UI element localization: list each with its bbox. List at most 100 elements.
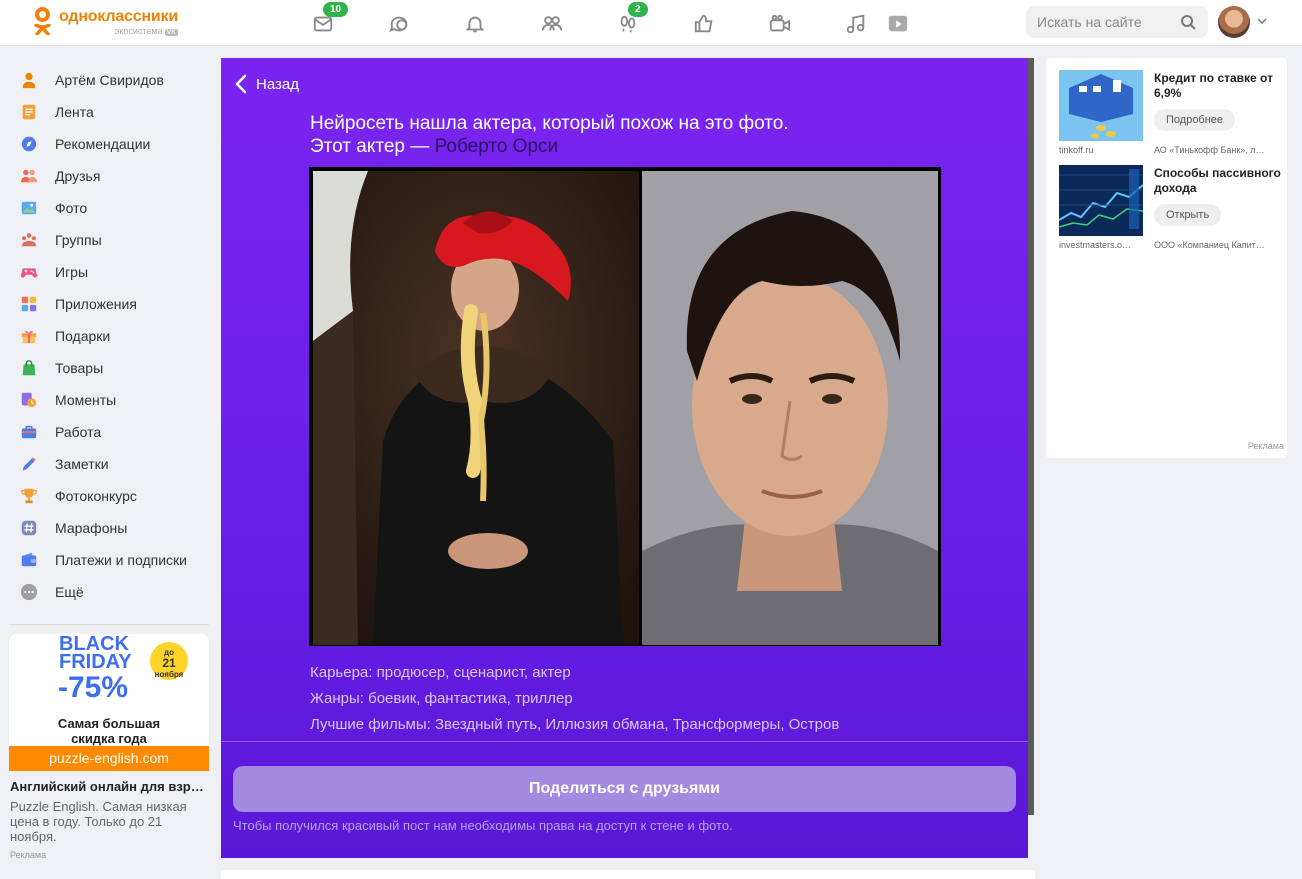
- notifications-icon[interactable]: [461, 10, 489, 38]
- sidebar-item-label: Фотоконкурс: [55, 488, 137, 504]
- sidebar-item-label: Подарки: [55, 328, 111, 344]
- back-button[interactable]: Назад: [234, 74, 299, 94]
- compass-icon: [19, 134, 39, 154]
- sidebar-item-photo-contest[interactable]: Фотоконкурс: [10, 480, 210, 512]
- ok-logo-icon: [33, 7, 53, 37]
- banner-line-2: FRIDAY: [59, 651, 132, 673]
- date-sticker: до 21 ноября: [150, 642, 188, 680]
- sidebar-item-label: Платежи и подписки: [55, 552, 187, 568]
- ad-org: ООО «Компаниец Капит…: [1154, 240, 1265, 250]
- moments-icon: [19, 390, 39, 410]
- actor-films: Лучшие фильмы: Звездный путь, Иллюзия об…: [310, 716, 840, 733]
- sidebar-item-photo[interactable]: Фото: [10, 192, 210, 224]
- ok-logo[interactable]: одноклассники экосистема VK: [33, 7, 178, 37]
- sidebar-item-label: Работа: [55, 424, 102, 440]
- hashtag-icon: [19, 518, 39, 538]
- pencil-icon: [19, 454, 39, 474]
- actor-genres: Жанры: боевик, фантастика, триллер: [310, 690, 573, 707]
- sidebar-item-label: Товары: [55, 360, 104, 376]
- chevron-left-icon: [235, 74, 247, 94]
- back-label: Назад: [256, 75, 299, 93]
- result-headline: Нейросеть нашла актера, который похож на…: [310, 112, 789, 158]
- sidebar-item-groups[interactable]: Группы: [10, 224, 210, 256]
- sidebar-item-label: Игры: [55, 264, 89, 280]
- open-button[interactable]: Открыть: [1154, 204, 1222, 226]
- sidebar-item-more[interactable]: Ещё: [10, 576, 210, 608]
- sidebar-item-label: Рекомендации: [55, 136, 151, 152]
- sidebar-item-label: Приложения: [55, 296, 137, 312]
- search-icon[interactable]: [1180, 14, 1196, 30]
- ad-title[interactable]: Английский онлайн для взр…: [9, 779, 209, 794]
- brand-sub: экосистема: [114, 26, 163, 36]
- banner-slogan: Самая большая скидка года: [9, 716, 209, 746]
- likes-icon[interactable]: [690, 10, 718, 38]
- left-ad[interactable]: BLACK FRIDAY -75% до 21 ноября Самая бол…: [9, 634, 209, 860]
- music-icon[interactable]: [842, 10, 870, 38]
- video-icon[interactable]: [766, 10, 794, 38]
- sidebar-item-moments[interactable]: Моменты: [10, 384, 210, 416]
- sidebar-item-payments[interactable]: Платежи и подписки: [10, 544, 210, 576]
- headline-line-1: Нейросеть нашла актера, который похож на…: [310, 113, 789, 134]
- left-sidebar: Артём Свиридов Лента Рекомендации Друзья…: [10, 64, 210, 608]
- brand-name: одноклассники: [59, 8, 178, 25]
- sidebar-item-recommendations[interactable]: Рекомендации: [10, 128, 210, 160]
- headline-prefix: Этот актер —: [310, 136, 435, 157]
- avatar[interactable]: [1218, 6, 1250, 38]
- feed-icon: [19, 102, 39, 122]
- trophy-icon: [19, 486, 39, 506]
- ad-source: investmasters.o…: [1059, 240, 1132, 250]
- messages-badge: 10: [323, 2, 349, 17]
- sidebar-item-label: Ещё: [55, 584, 84, 600]
- ad-passive-income-image[interactable]: [1059, 165, 1143, 236]
- sticker-day: 21: [162, 656, 176, 670]
- sidebar-item-label: Лента: [55, 104, 94, 120]
- chevron-down-icon[interactable]: [1256, 16, 1268, 26]
- share-button[interactable]: Поделиться с друзьями: [233, 766, 1016, 812]
- sidebar-item-label: Марафоны: [55, 520, 128, 536]
- friends-icon: [19, 166, 39, 186]
- sidebar-item-label: Артём Свиридов: [55, 72, 164, 88]
- divider: [9, 624, 209, 625]
- share-note: Чтобы получился красивый пост нам необхо…: [233, 818, 733, 833]
- sidebar-item-work[interactable]: Работа: [10, 416, 210, 448]
- scrollbar[interactable]: [1028, 58, 1034, 815]
- guests-icon[interactable]: 2: [614, 2, 648, 38]
- sidebar-item-friends[interactable]: Друзья: [10, 160, 210, 192]
- sidebar-item-notes[interactable]: Заметки: [10, 448, 210, 480]
- ad-title[interactable]: Способы пассивного дохода: [1154, 166, 1282, 196]
- profile-icon: [19, 70, 39, 90]
- sidebar-item-feed[interactable]: Лента: [10, 96, 210, 128]
- messages-icon[interactable]: 10: [309, 2, 349, 38]
- slogan-line-2: скидка года: [71, 731, 147, 746]
- play-icon[interactable]: [884, 10, 912, 38]
- sidebar-item-profile[interactable]: Артём Свиридов: [10, 64, 210, 96]
- ad-credit-image[interactable]: [1059, 70, 1143, 141]
- sidebar-item-goods[interactable]: Товары: [10, 352, 210, 384]
- user-photo: [313, 171, 639, 645]
- ad-title[interactable]: Кредит по ставке от 6,9%: [1154, 71, 1282, 101]
- ad-banner-image[interactable]: BLACK FRIDAY -75% до 21 ноября Самая бол…: [9, 634, 209, 771]
- ad-mark: Реклама: [10, 850, 47, 860]
- actor-career: Карьера: продюсер, сценарист, актер: [310, 664, 571, 681]
- briefcase-icon: [19, 422, 39, 442]
- friends-icon[interactable]: [538, 10, 566, 38]
- sidebar-item-label: Фото: [55, 200, 88, 216]
- divider: [221, 741, 1028, 742]
- right-ads: Кредит по ставке от 6,9% Подробнее tinko…: [1046, 58, 1287, 458]
- guests-badge: 2: [628, 2, 648, 17]
- more-details-button[interactable]: Подробнее: [1154, 109, 1236, 131]
- top-bar: одноклассники экосистема VK 10 2: [0, 0, 1302, 46]
- more-icon: [19, 582, 39, 602]
- discussions-icon[interactable]: [385, 10, 413, 38]
- sidebar-item-apps[interactable]: Приложения: [10, 288, 210, 320]
- groups-icon: [19, 230, 39, 250]
- actor-name[interactable]: Роберто Орси: [435, 136, 559, 157]
- ad-text: Puzzle English. Самая низкая цена в году…: [10, 799, 187, 844]
- sidebar-item-gifts[interactable]: Подарки: [10, 320, 210, 352]
- vk-badge: VK: [164, 29, 178, 36]
- actor-photo: [642, 171, 938, 645]
- sidebar-item-marathons[interactable]: Марафоны: [10, 512, 210, 544]
- sidebar-item-games[interactable]: Игры: [10, 256, 210, 288]
- gift-icon: [19, 326, 39, 346]
- sidebar-item-label: Группы: [55, 232, 102, 248]
